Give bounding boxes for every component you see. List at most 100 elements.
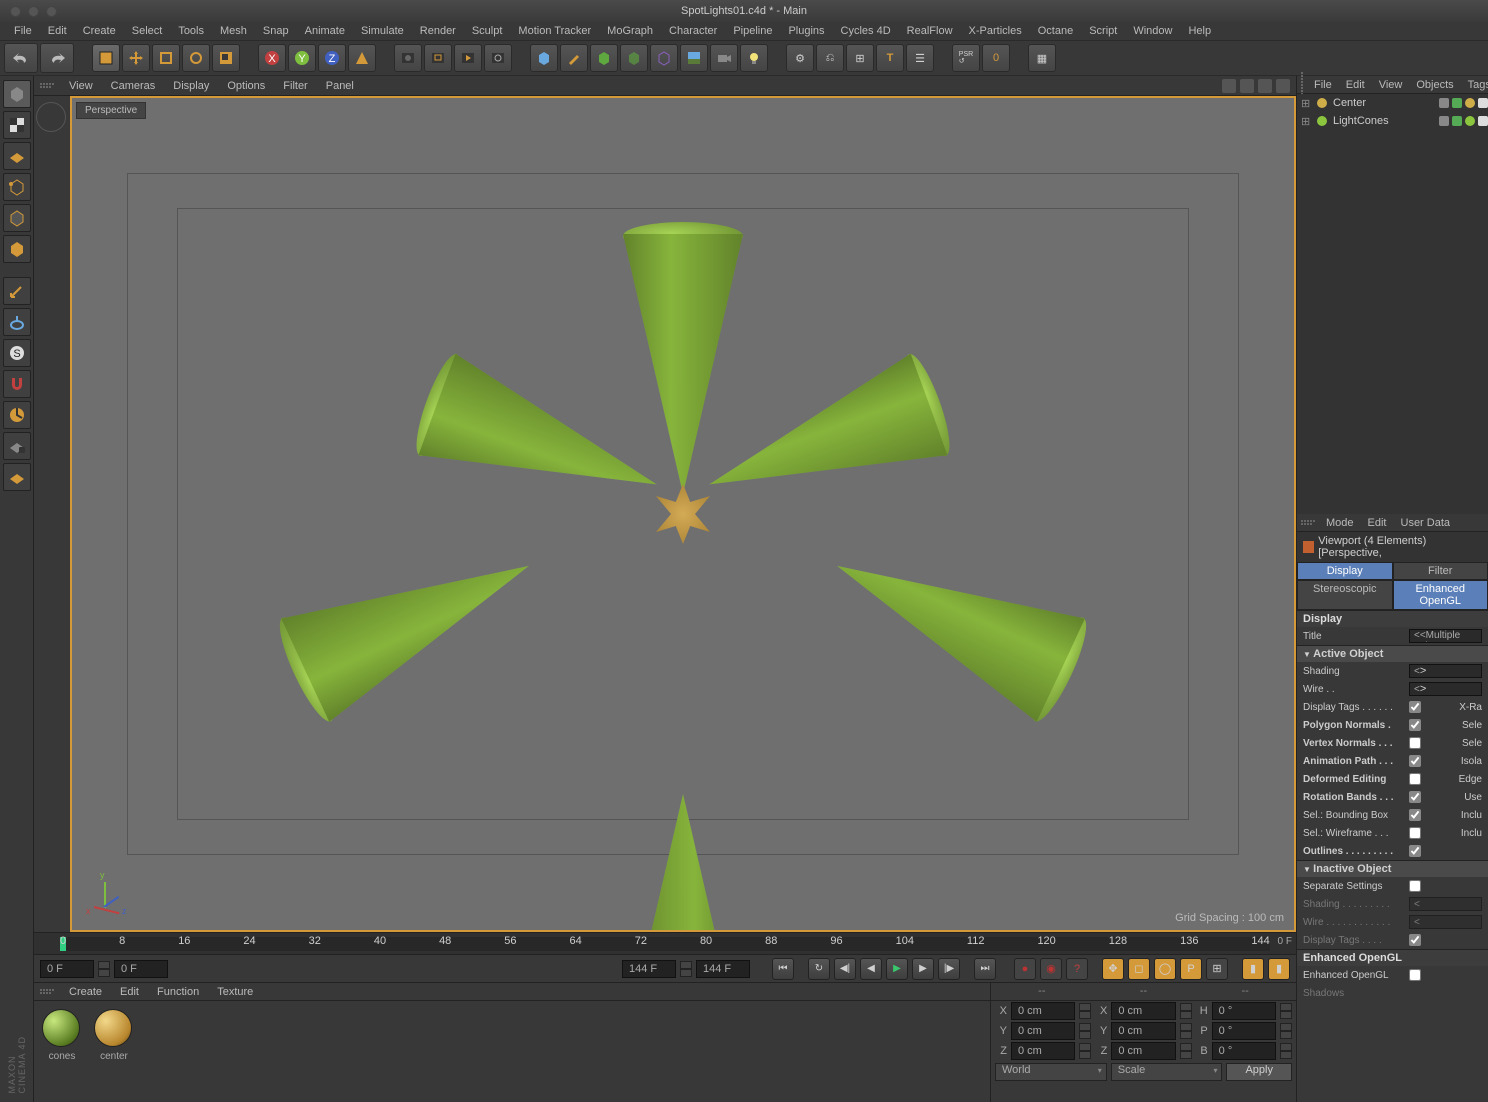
edge-mode[interactable] <box>3 204 31 232</box>
obj-file[interactable]: File <box>1307 79 1339 91</box>
timeline[interactable]: 0816243240485664728088961041121201281361… <box>34 932 1296 954</box>
render-view[interactable] <box>394 44 422 72</box>
polygon-mode[interactable] <box>3 235 31 263</box>
menu-mesh[interactable]: Mesh <box>212 23 255 39</box>
play-button[interactable]: ▶ <box>886 958 908 980</box>
grip-icon[interactable] <box>40 989 54 994</box>
keymode2-icon[interactable]: ▮ <box>1268 958 1290 980</box>
attr-mode[interactable]: Mode <box>1319 517 1361 529</box>
section-active[interactable]: ▼ Active Object <box>1297 645 1488 662</box>
z-axis-lock[interactable]: Z <box>318 44 346 72</box>
attr-check[interactable] <box>1409 809 1421 821</box>
obj-tags[interactable]: Tags <box>1461 79 1488 91</box>
vp-nav2-icon[interactable] <box>1240 79 1254 93</box>
x-axis-lock[interactable]: X <box>258 44 286 72</box>
coord-H-rot[interactable]: 0 ° <box>1212 1002 1276 1020</box>
arrange-icon[interactable]: ⎌ <box>816 44 844 72</box>
vp-panel[interactable]: Panel <box>317 78 363 94</box>
attr-check[interactable] <box>1409 845 1421 857</box>
coord-Z-pos[interactable]: 0 cm <box>1011 1042 1075 1060</box>
menu-file[interactable]: File <box>6 23 40 39</box>
menu-simulate[interactable]: Simulate <box>353 23 412 39</box>
coord-Z-size[interactable]: 0 cm <box>1111 1042 1175 1060</box>
tree-node-lightcones[interactable]: ⊞LightCones <box>1297 112 1488 130</box>
cube-primitive[interactable] <box>530 44 558 72</box>
record-button[interactable]: ● <box>1014 958 1036 980</box>
mat-create[interactable]: Create <box>60 984 111 1000</box>
menu-cycles-4d[interactable]: Cycles 4D <box>833 23 899 39</box>
key-scale-icon[interactable]: ◻ <box>1128 958 1150 980</box>
select-tool[interactable] <box>92 44 120 72</box>
menu-plugins[interactable]: Plugins <box>780 23 832 39</box>
text-icon[interactable]: T <box>876 44 904 72</box>
vp-view[interactable]: View <box>60 78 102 94</box>
quantize-tool[interactable] <box>3 401 31 429</box>
key-param-icon[interactable]: P <box>1180 958 1202 980</box>
menu-render[interactable]: Render <box>412 23 464 39</box>
coord-Y-size[interactable]: 0 cm <box>1111 1022 1175 1040</box>
rotate-tool[interactable] <box>182 44 210 72</box>
pos-frame-field[interactable]: 144 F <box>622 960 676 978</box>
key-rot-icon[interactable]: ◯ <box>1154 958 1176 980</box>
menu-tools[interactable]: Tools <box>170 23 212 39</box>
y-axis-lock[interactable]: Y <box>288 44 316 72</box>
menu-x-particles[interactable]: X-Particles <box>961 23 1030 39</box>
scale-tool[interactable] <box>152 44 180 72</box>
axis-tool[interactable] <box>3 277 31 305</box>
attr-tab-display[interactable]: Display <box>1297 562 1393 580</box>
obj-edit[interactable]: Edit <box>1339 79 1372 91</box>
spinner[interactable] <box>680 961 692 977</box>
attr-tab-stereoscopic[interactable]: Stereoscopic <box>1297 580 1393 610</box>
menu-select[interactable]: Select <box>124 23 171 39</box>
autokey-button[interactable]: ◉ <box>1040 958 1062 980</box>
menu-pipeline[interactable]: Pipeline <box>725 23 780 39</box>
coord-B-rot[interactable]: 0 ° <box>1212 1042 1276 1060</box>
attr-tab-filter[interactable]: Filter <box>1393 562 1488 580</box>
tree-node-center[interactable]: ⊞Center <box>1297 94 1488 112</box>
menu-animate[interactable]: Animate <box>297 23 353 39</box>
render-pv[interactable] <box>454 44 482 72</box>
loop-button[interactable]: ↻ <box>808 958 830 980</box>
goto-start-button[interactable]: ⏮ <box>772 958 794 980</box>
xpresso-icon[interactable]: ⚙ <box>786 44 814 72</box>
section-inactive[interactable]: ▼ Inactive Object <box>1297 860 1488 877</box>
texture-mode[interactable] <box>3 111 31 139</box>
menu-create[interactable]: Create <box>75 23 124 39</box>
current-frame-field[interactable]: 0 F <box>114 960 168 978</box>
coord-X-size[interactable]: 0 cm <box>1111 1002 1175 1020</box>
vp-options[interactable]: Options <box>218 78 274 94</box>
coord-X-pos[interactable]: 0 cm <box>1011 1002 1075 1020</box>
coord-Y-pos[interactable]: 0 cm <box>1011 1022 1075 1040</box>
material-center[interactable]: center <box>94 1009 134 1094</box>
prev-key-button[interactable]: ◀| <box>834 958 856 980</box>
attr-check[interactable] <box>1409 773 1421 785</box>
vp-nav1-icon[interactable] <box>1222 79 1236 93</box>
grip-icon[interactable] <box>40 83 54 88</box>
undo-button[interactable] <box>4 43 38 73</box>
reset-zero[interactable]: 0 <box>982 44 1010 72</box>
naming-icon[interactable]: ⊞ <box>846 44 874 72</box>
menu-realflow[interactable]: RealFlow <box>899 23 961 39</box>
object-tree[interactable]: ⊞Center⊞LightCones <box>1297 94 1488 514</box>
attr-check[interactable] <box>1409 701 1421 713</box>
content-browser[interactable]: ▦ <box>1028 44 1056 72</box>
render-settings[interactable] <box>484 44 512 72</box>
key-pos-icon[interactable]: ✥ <box>1102 958 1124 980</box>
redo-button[interactable] <box>40 43 74 73</box>
move-tool[interactable] <box>122 44 150 72</box>
point-mode[interactable] <box>3 173 31 201</box>
mat-function[interactable]: Function <box>148 984 208 1000</box>
menu-edit[interactable]: Edit <box>40 23 75 39</box>
material-cones[interactable]: cones <box>42 1009 82 1094</box>
attr-check[interactable] <box>1409 719 1421 731</box>
generator-primitive[interactable] <box>620 44 648 72</box>
last-tool[interactable] <box>212 44 240 72</box>
camera-primitive[interactable] <box>710 44 738 72</box>
magnet-tool[interactable] <box>3 370 31 398</box>
menu-script[interactable]: Script <box>1081 23 1125 39</box>
menu-character[interactable]: Character <box>661 23 725 39</box>
vp-display[interactable]: Display <box>164 78 218 94</box>
step-fwd-button[interactable]: ▶ <box>912 958 934 980</box>
render-region[interactable] <box>424 44 452 72</box>
menu-snap[interactable]: Snap <box>255 23 297 39</box>
